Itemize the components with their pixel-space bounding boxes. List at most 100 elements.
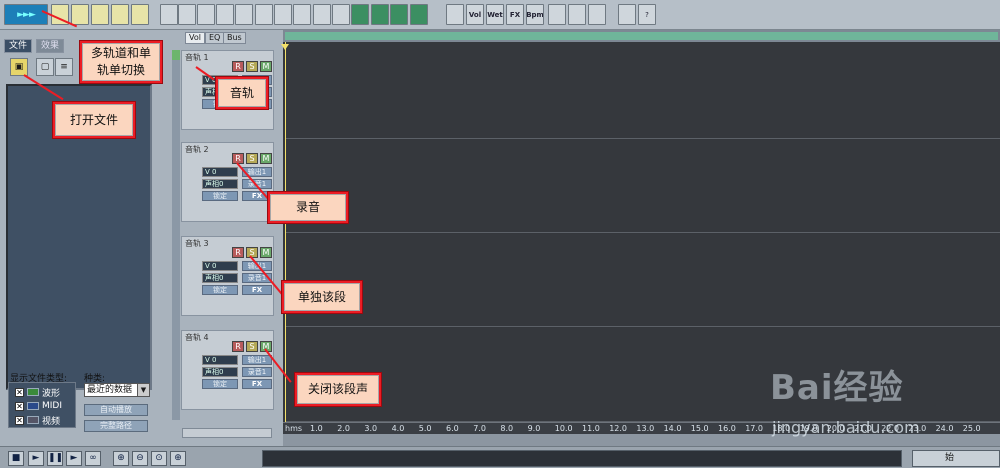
track-header-4[interactable]: 音轨 4RSMV 0 输出1 声相0 录音1 锁定 FX xyxy=(181,330,274,410)
tab-eq[interactable]: EQ xyxy=(205,32,225,44)
waveform-icon[interactable] xyxy=(274,4,292,25)
zoom-in-icon[interactable]: ⊕ xyxy=(113,451,129,466)
sort-select[interactable]: 最近的数据 ▼ xyxy=(84,383,150,397)
track-selector-bar xyxy=(172,50,180,420)
tab-vol[interactable]: Vol xyxy=(185,32,205,44)
wave-view-icon[interactable] xyxy=(446,4,464,25)
fx-button[interactable]: FX xyxy=(242,285,272,295)
track-name[interactable]: 音轨 2 xyxy=(185,144,209,155)
scissors-icon[interactable] xyxy=(235,4,253,25)
output-button[interactable]: 输出1 xyxy=(242,355,272,365)
chevron-down-icon[interactable]: ▼ xyxy=(137,384,149,396)
track-lane-3[interactable] xyxy=(285,234,1000,327)
open-file-icon[interactable]: ▣ xyxy=(10,58,28,76)
save-as-icon[interactable] xyxy=(131,4,149,25)
ruler-tick: 1.0 xyxy=(310,424,323,433)
vol-icon[interactable]: Vol xyxy=(466,4,484,25)
record-arm-button[interactable]: R xyxy=(232,341,244,352)
mute-button[interactable]: M xyxy=(260,247,272,258)
loop-icon[interactable]: ∞ xyxy=(85,451,101,466)
undo-icon[interactable] xyxy=(160,4,178,25)
track-name[interactable]: 音轨 1 xyxy=(185,52,209,63)
tab-bus[interactable]: Bus xyxy=(223,32,246,44)
cue-icon[interactable] xyxy=(548,4,566,25)
fx-button[interactable]: FX xyxy=(242,379,272,389)
cut-icon[interactable] xyxy=(216,4,234,25)
play-icon[interactable]: ► xyxy=(28,451,44,466)
callout-multitrack-switch: 多轨道和单 轨单切换 xyxy=(79,40,163,84)
volume-field[interactable]: V 0 xyxy=(202,167,238,177)
effect-c-icon[interactable] xyxy=(390,4,408,25)
ruler-tick: 12.0 xyxy=(609,424,627,433)
lock-button[interactable]: 锁定 xyxy=(202,379,238,389)
open-append-icon[interactable] xyxy=(91,4,109,25)
mute-button[interactable]: M xyxy=(260,61,272,72)
grid-icon[interactable] xyxy=(313,4,331,25)
multitrack-switch-icon[interactable]: ►►► xyxy=(4,4,48,25)
zoom-full-icon[interactable]: ⊙ xyxy=(151,451,167,466)
mute-button[interactable]: M xyxy=(260,153,272,164)
help-icon[interactable]: ? xyxy=(638,4,656,25)
redo-icon[interactable] xyxy=(178,4,196,25)
pan-field[interactable]: 声相0 xyxy=(202,179,238,189)
overview-range[interactable] xyxy=(285,32,998,40)
track-lane-2[interactable] xyxy=(285,140,1000,233)
track-header-2[interactable]: 音轨 2RSMV 0输出1声相0录音1锁定FX xyxy=(181,142,274,222)
copy-icon[interactable] xyxy=(197,4,215,25)
mix-icon[interactable] xyxy=(255,4,273,25)
autoplay-button[interactable]: 自动播放 xyxy=(84,404,148,416)
close-file-icon[interactable]: ▢ xyxy=(36,58,54,76)
record-arm-button[interactable]: R xyxy=(232,61,244,72)
track-lane-1[interactable] xyxy=(285,42,1000,139)
track-name[interactable]: 音轨 4 xyxy=(185,332,209,343)
effect-b-icon[interactable] xyxy=(371,4,389,25)
effect-d-icon[interactable] xyxy=(410,4,428,25)
zoom-out-icon[interactable]: ⊖ xyxy=(132,451,148,466)
pan-field[interactable]: 声相0 xyxy=(202,273,238,283)
fx-icon[interactable]: FX xyxy=(506,4,524,25)
file-type-video[interactable]: ✕ 视频 xyxy=(15,414,60,427)
lock-button[interactable]: 锁定 xyxy=(202,191,238,201)
pan-field[interactable]: 声相0 xyxy=(202,367,238,377)
snap-icon[interactable] xyxy=(332,4,350,25)
playhead-marker-icon[interactable] xyxy=(281,44,289,50)
ruler-tick: 16.0 xyxy=(718,424,736,433)
lock-icon[interactable] xyxy=(568,4,586,25)
checkbox-icon[interactable]: ✕ xyxy=(15,415,24,425)
track-header-3[interactable]: 音轨 3RSMV 0输出1声相0录音1锁定FX xyxy=(181,236,274,316)
file-type-wave[interactable]: ✕ 波形 xyxy=(15,386,61,399)
track-header-scrollbar[interactable] xyxy=(182,428,272,438)
checkbox-icon[interactable]: ✕ xyxy=(15,401,24,411)
track-name[interactable]: 音轨 3 xyxy=(185,238,209,249)
lock-button[interactable]: 锁定 xyxy=(202,285,238,295)
open-folder-icon[interactable] xyxy=(71,4,89,25)
file-type-midi[interactable]: ✕ MIDI xyxy=(15,400,62,412)
record-input-button[interactable]: 录音1 xyxy=(242,367,272,377)
settings-icon[interactable] xyxy=(618,4,636,25)
solo-button[interactable]: S xyxy=(246,341,258,352)
file-list-icon[interactable]: ≡ xyxy=(55,58,73,76)
tab-effects[interactable]: 效果 xyxy=(36,39,65,53)
zoom-selection-icon[interactable]: ⊕ xyxy=(170,451,186,466)
pause-icon[interactable]: ❚❚ xyxy=(47,451,63,466)
wet-icon[interactable]: Wet xyxy=(486,4,504,25)
fullpath-button[interactable]: 完整路径 xyxy=(84,420,148,432)
volume-field[interactable]: V 0 xyxy=(202,261,238,271)
solo-button[interactable]: S xyxy=(246,153,258,164)
checkbox-icon[interactable]: ✕ xyxy=(15,387,24,397)
record-arm-button[interactable]: R xyxy=(232,247,244,258)
play-to-end-icon[interactable]: ► xyxy=(66,451,82,466)
fx-button-icon[interactable] xyxy=(588,4,606,25)
playhead[interactable] xyxy=(285,42,286,422)
effect-a-icon[interactable] xyxy=(351,4,369,25)
tab-files[interactable]: 文件 xyxy=(4,39,33,53)
solo-button[interactable]: S xyxy=(246,61,258,72)
bpm-icon[interactable]: Bpm xyxy=(526,4,544,25)
stop-icon[interactable]: ■ xyxy=(8,451,24,466)
envelope-icon[interactable] xyxy=(293,4,311,25)
file-type-label: 波形 xyxy=(42,388,61,399)
volume-field[interactable]: V 0 xyxy=(202,355,238,365)
ruler-tick: 14.0 xyxy=(663,424,682,433)
timeline-overview-bar[interactable] xyxy=(283,30,1000,42)
save-icon[interactable] xyxy=(111,4,129,25)
